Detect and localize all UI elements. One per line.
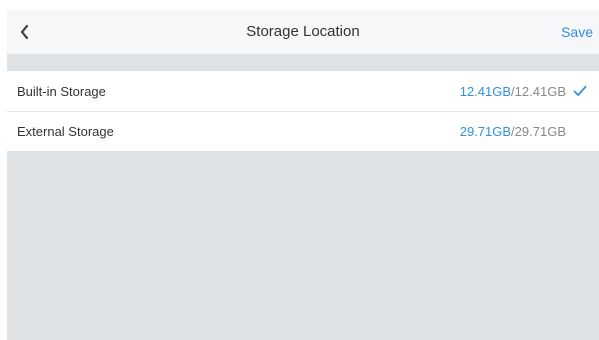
back-button[interactable] — [11, 18, 39, 46]
available-space: 29.71GB — [459, 124, 512, 139]
storage-location-screen: Storage Location Save Built-in Storage 1… — [7, 10, 599, 340]
storage-option-built-in[interactable]: Built-in Storage 12.41GB / 12.41GB — [7, 71, 599, 111]
total-space: 12.41GB — [514, 83, 566, 99]
header-bar: Storage Location Save — [7, 10, 599, 54]
page-title: Storage Location — [246, 23, 360, 40]
chevron-left-icon — [20, 24, 29, 40]
total-space: 29.71GB — [514, 124, 566, 139]
checkmark-icon — [573, 84, 587, 98]
storage-capacity: 29.71GB / 29.71GB — [460, 124, 587, 139]
storage-capacity: 12.41GB / 12.41GB — [460, 84, 587, 99]
available-space: 12.41GB — [459, 83, 512, 99]
storage-option-label: Built-in Storage — [17, 83, 106, 99]
storage-option-label: External Storage — [17, 124, 114, 139]
storage-options-list: Built-in Storage 12.41GB / 12.41GB Exter… — [7, 71, 599, 151]
save-button[interactable]: Save — [561, 10, 593, 54]
storage-option-external[interactable]: External Storage 29.71GB / 29.71GB — [7, 111, 599, 151]
